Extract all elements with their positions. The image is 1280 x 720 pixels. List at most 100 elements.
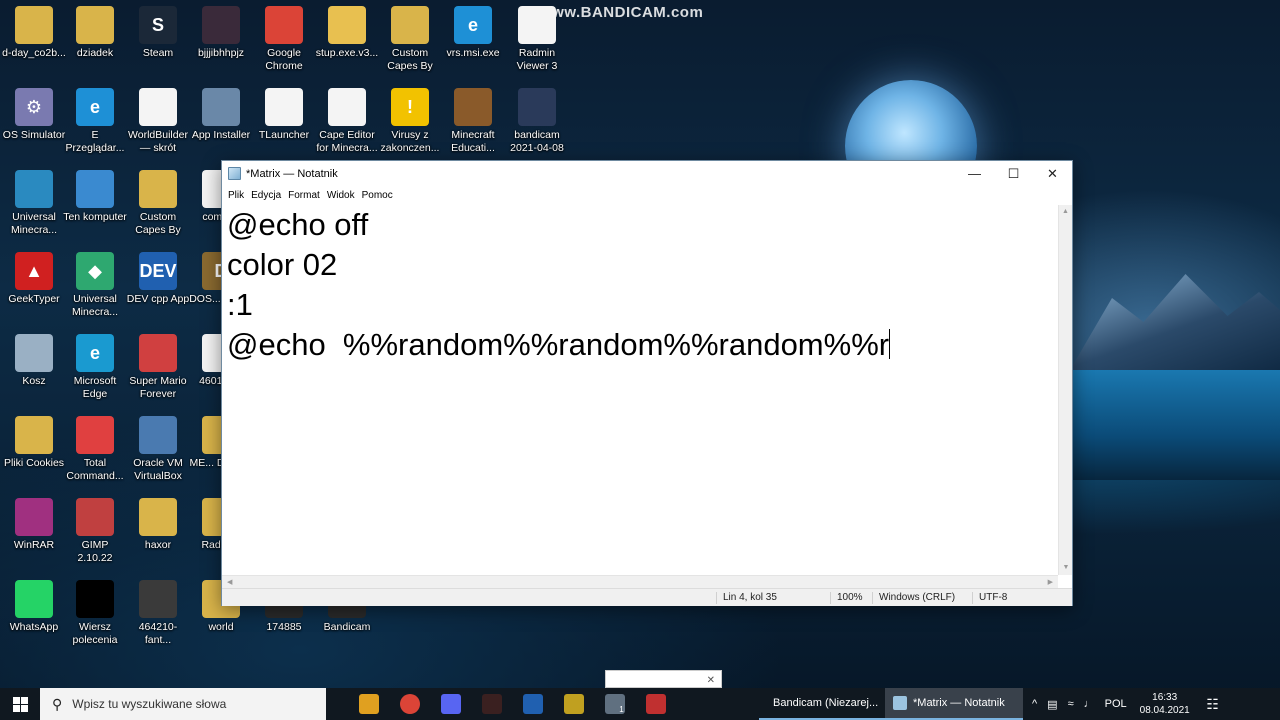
desktop-icon[interactable]: 464210-fant... bbox=[126, 580, 190, 647]
shortcut-icon bbox=[76, 416, 114, 454]
shortcut-icon: e bbox=[76, 334, 114, 372]
desktop-icon-label: d-day_co2b... bbox=[2, 47, 66, 59]
desktop-icon[interactable]: dziadek bbox=[63, 6, 127, 60]
popup-window[interactable]: ✕ bbox=[605, 670, 722, 688]
taskbar-app2[interactable] bbox=[553, 688, 594, 720]
desktop-icon[interactable]: Ten komputer bbox=[63, 170, 127, 224]
desktop-icon[interactable]: WhatsApp bbox=[2, 580, 66, 634]
desktop-icon[interactable]: WinRAR bbox=[2, 498, 66, 552]
desktop-icon[interactable]: ▲ GeekTyper bbox=[2, 252, 66, 306]
scroll-up-icon[interactable]: ▲ bbox=[1059, 205, 1072, 219]
taskbar-discord[interactable] bbox=[430, 688, 471, 720]
menu-pomoc[interactable]: Pomoc bbox=[360, 190, 398, 201]
shortcut-icon bbox=[76, 580, 114, 618]
desktop-icon[interactable]: bandicam 2021-04-08 ... bbox=[505, 88, 569, 155]
menu-format[interactable]: Format bbox=[286, 190, 325, 201]
shortcut-icon bbox=[15, 6, 53, 44]
language-indicator[interactable]: POL bbox=[1100, 698, 1132, 710]
clock[interactable]: 16:33 08.04.2021 bbox=[1132, 691, 1198, 717]
task-bandicam[interactable]: Bandicam (Niezarej... bbox=[759, 688, 885, 720]
desktop-icon[interactable]: Google Chrome bbox=[252, 6, 316, 73]
start-button[interactable] bbox=[0, 688, 40, 720]
volume-icon[interactable]: ♩ bbox=[1079, 698, 1100, 710]
task-label: *Matrix — Notatnik bbox=[913, 697, 1005, 709]
desktop-icon[interactable]: Cape Editor for Minecra... bbox=[315, 88, 379, 155]
maximize-button[interactable]: ☐ bbox=[994, 161, 1033, 186]
desktop-icon-label: Bandicam bbox=[323, 621, 371, 633]
text-editor[interactable]: @echo off color 02:1 @echo %%random%%rando… bbox=[222, 205, 1058, 575]
desktop-icon[interactable]: TLauncher bbox=[252, 88, 316, 142]
desktop-icon[interactable]: GIMP 2.10.22 bbox=[63, 498, 127, 565]
tray-chevron-icon[interactable]: ^ bbox=[1027, 698, 1042, 710]
desktop-icon[interactable]: haxor bbox=[126, 498, 190, 552]
desktop-icon[interactable]: Custom Capes By Bi... bbox=[126, 170, 190, 237]
taskbar-search-input[interactable]: ⚲ Wpisz tu wyszukiwane słowa bbox=[40, 688, 326, 720]
desktop-icon[interactable]: Radmin Viewer 3 bbox=[505, 6, 569, 73]
shortcut-icon bbox=[139, 334, 177, 372]
wifi-icon[interactable]: ≈ bbox=[1063, 698, 1079, 710]
desktop-icon[interactable]: Total Command... bbox=[63, 416, 127, 483]
scroll-right-icon[interactable]: ▶ bbox=[1048, 578, 1053, 586]
scroll-left-icon[interactable]: ◀ bbox=[227, 578, 232, 586]
desktop-icon[interactable]: Wiersz polecenia bbox=[63, 580, 127, 647]
shortcut-icon bbox=[76, 6, 114, 44]
desktop-icon[interactable]: Super Mario Forever v7.02 bbox=[126, 334, 190, 401]
taskbar-chrome[interactable] bbox=[389, 688, 430, 720]
desktop-icon[interactable]: ! Virusy z zakonczen... bbox=[378, 88, 442, 155]
horizontal-scrollbar[interactable]: ◀ ▶ bbox=[222, 575, 1058, 588]
menu-edycja[interactable]: Edycja bbox=[249, 190, 286, 201]
desktop-icon-label: App Installer bbox=[191, 129, 251, 141]
desktop-icon-label: Minecraft Educati... bbox=[451, 129, 495, 154]
shortcut-icon bbox=[202, 6, 240, 44]
shortcut-icon bbox=[518, 6, 556, 44]
desktop-icon[interactable]: Universal Minecra... bbox=[2, 170, 66, 237]
editor-line-text: @echo %%random%%random%%random%%r bbox=[227, 327, 890, 362]
desktop-icon[interactable]: WorldBuilder — skrót bbox=[126, 88, 190, 155]
minimize-button[interactable]: — bbox=[955, 161, 994, 186]
desktop-icon[interactable]: d-day_co2b... bbox=[2, 6, 66, 60]
menu-widok[interactable]: Widok bbox=[325, 190, 360, 201]
system-tray: ^ ▤ ≈ ♩ POL bbox=[1027, 688, 1132, 720]
menu-plik[interactable]: Plik bbox=[226, 190, 249, 201]
desktop-icon[interactable]: Minecraft Educati... bbox=[441, 88, 505, 155]
desktop-icon[interactable]: ◆ Universal Minecra... bbox=[63, 252, 127, 319]
notifications-icon[interactable]: ☷ bbox=[1198, 696, 1228, 713]
taskbar-app[interactable] bbox=[471, 688, 512, 720]
app2-icon bbox=[563, 694, 584, 714]
network-icon[interactable]: ▤ bbox=[1042, 698, 1062, 711]
cursor-position: Lin 4, kol 35 bbox=[716, 592, 777, 604]
notepad-window[interactable]: *Matrix — Notatnik — ☐ ✕ Plik Edycja For… bbox=[221, 160, 1073, 606]
close-icon[interactable]: ✕ bbox=[707, 675, 715, 686]
desktop-icon[interactable]: e Microsoft Edge bbox=[63, 334, 127, 401]
scroll-down-icon[interactable]: ▼ bbox=[1059, 561, 1073, 575]
desktop-icon[interactable]: ⚙ OS Simulator bbox=[2, 88, 66, 142]
close-button[interactable]: ✕ bbox=[1033, 161, 1072, 186]
desktop-icon[interactable]: stup.exe.v3... bbox=[315, 6, 379, 60]
desktop-icon[interactable]: Kosz bbox=[2, 334, 66, 388]
editor-line: :1 bbox=[227, 287, 253, 322]
editor-line: color 02 bbox=[227, 247, 338, 282]
desktop-icon[interactable]: e vrs.msi.exe bbox=[441, 6, 505, 60]
desktop-icon[interactable]: bjjjibhhpjz bbox=[189, 6, 253, 60]
desktop-icon-label: Steam bbox=[142, 47, 174, 59]
taskbar-store[interactable] bbox=[348, 688, 389, 720]
task-label: Bandicam (Niezarej... bbox=[773, 697, 879, 709]
shortcut-icon bbox=[328, 88, 366, 126]
vertical-scrollbar[interactable]: ▲ ▼ bbox=[1058, 205, 1072, 575]
taskbar-badge: 1 bbox=[619, 704, 624, 714]
taskbar-app3[interactable]: 1 bbox=[594, 688, 635, 720]
desktop-icon[interactable]: e E Przeglądar... bbox=[63, 88, 127, 155]
store-icon bbox=[358, 694, 379, 714]
taskbar: ⚲ Wpisz tu wyszukiwane słowa 1 Bandicam … bbox=[0, 688, 1280, 720]
desktop-icon[interactable]: App Installer bbox=[189, 88, 253, 142]
desktop-icon-label: bandicam 2021-04-08 ... bbox=[510, 129, 564, 154]
taskbar-app4[interactable] bbox=[635, 688, 676, 720]
desktop-icon[interactable]: DEV DEV cpp App bbox=[126, 252, 190, 306]
desktop-icon[interactable]: Pliki Cookies bbox=[2, 416, 66, 470]
desktop-icon[interactable]: S Steam bbox=[126, 6, 190, 60]
taskbar-devcpp[interactable] bbox=[512, 688, 553, 720]
desktop-icon[interactable]: Custom Capes By Bi... bbox=[378, 6, 442, 73]
task-notepad[interactable]: *Matrix — Notatnik bbox=[885, 688, 1023, 720]
notepad-titlebar[interactable]: *Matrix — Notatnik — ☐ ✕ bbox=[222, 161, 1072, 186]
desktop-icon[interactable]: Oracle VM VirtualBox bbox=[126, 416, 190, 483]
